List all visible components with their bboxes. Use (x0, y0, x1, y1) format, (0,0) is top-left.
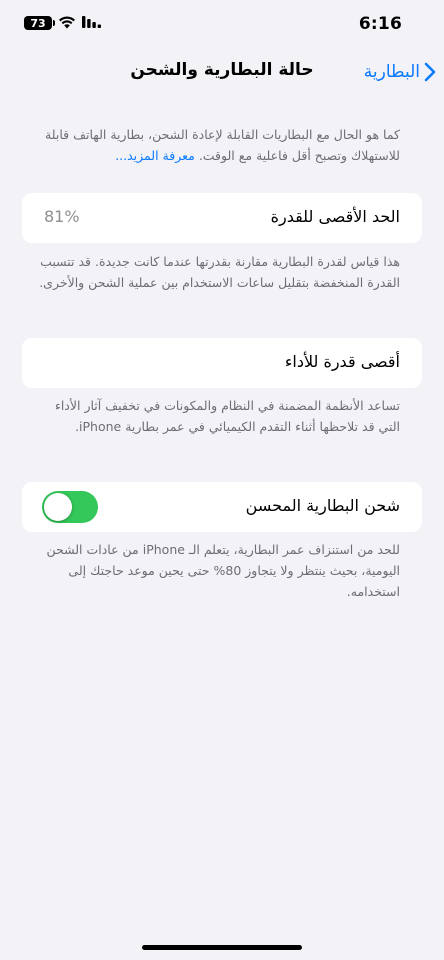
toggle-knob (44, 493, 72, 521)
max-capacity-footer: هذا قياس لقدرة البطارية مقارنة بقدرتها ع… (39, 254, 400, 290)
optimized-charging-footer: للحد من استنزاف عمر البطارية، يتعلم الـ … (46, 542, 401, 599)
battery-icon: 73 (24, 16, 55, 30)
chevron-right-icon (424, 62, 436, 82)
status-bar: 73 6:16 (0, 0, 444, 48)
optimized-charging-label: شحن البطارية المحسن (245, 496, 400, 515)
intro-text: كما هو الحال مع البطاريات القابلة لإعادة… (45, 127, 400, 163)
peak-performance-footer: تساعد الأنظمة المضمنة في النظام والمكونا… (54, 398, 400, 434)
navigation-bar: حالة البطارية والشحن البطارية (0, 52, 444, 92)
optimized-charging-row: شحن البطارية المحسن (22, 482, 422, 532)
home-indicator[interactable] (142, 945, 302, 950)
status-time: 6:16 (358, 14, 402, 34)
max-capacity-row: الحد الأقصى للقدرة 81% (22, 193, 422, 243)
optimized-charging-toggle[interactable] (42, 491, 98, 523)
intro-description: كما هو الحال مع البطاريات القابلة لإعادة… (32, 124, 400, 166)
back-button[interactable]: البطارية (364, 58, 436, 86)
battery-level: 73 (30, 16, 46, 30)
learn-more-link[interactable]: معرفة المزيد... (115, 148, 195, 163)
wifi-icon (59, 16, 75, 29)
peak-performance-label: أقصى قدرة للأداء (284, 352, 400, 371)
cellular-signal-icon (82, 16, 101, 28)
back-label: البطارية (363, 62, 420, 82)
peak-performance-row: أقصى قدرة للأداء (22, 338, 422, 388)
max-capacity-label: الحد الأقصى للقدرة (270, 207, 400, 226)
page-title: حالة البطارية والشحن (130, 60, 314, 80)
max-capacity-value: 81% (44, 207, 80, 226)
